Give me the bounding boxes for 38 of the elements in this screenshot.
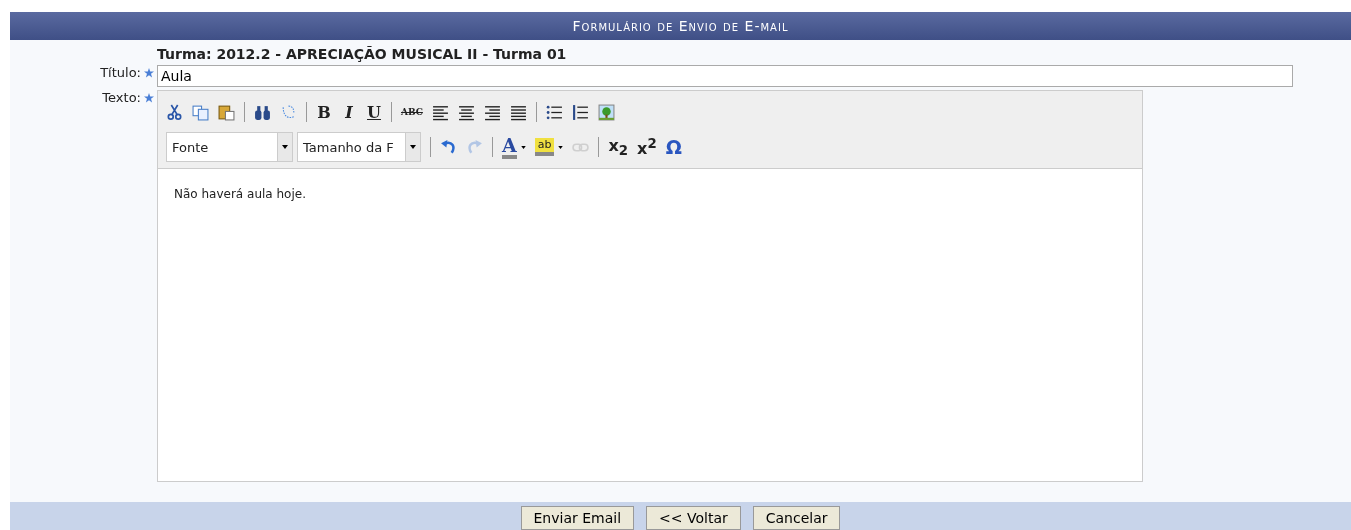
strike-button[interactable]: ABC: [401, 107, 423, 117]
text-color-button[interactable]: A: [502, 135, 526, 159]
numbers-icon[interactable]: [571, 103, 589, 121]
class-info: Turma: 2012.2 - APRECIAÇÃO MUSICAL II - Turma 01: [157, 46, 567, 62]
dropdown[interactable]: Fonte: [166, 132, 293, 162]
editor-content[interactable]: Não haverá aula hoje.: [158, 169, 1142, 481]
copy-icon[interactable]: [192, 103, 209, 121]
form-title: Formulário de Envio de E-mail: [572, 18, 789, 34]
form-button[interactable]: Cancelar: [752, 506, 841, 530]
justify-icon[interactable]: [509, 103, 527, 121]
superscript-button[interactable]: x$^{2}$: [637, 135, 657, 159]
bullets-icon[interactable]: [545, 103, 563, 121]
required-star-icon: [144, 67, 154, 78]
align-left-icon[interactable]: [431, 103, 449, 121]
message-text: Não haverá aula hoje.: [174, 187, 306, 201]
image-icon[interactable]: [597, 103, 615, 121]
dropdown[interactable]: Tamanho da F: [297, 132, 421, 162]
omega-button[interactable]: Ω: [665, 136, 682, 158]
subscript-button[interactable]: x$_{2}$: [608, 135, 629, 159]
paste-icon[interactable]: [218, 103, 235, 121]
find-icon[interactable]: [254, 103, 271, 121]
field-label: Título:: [100, 65, 141, 80]
caret-icon: [282, 145, 288, 149]
form-button[interactable]: Enviar Email: [520, 506, 635, 530]
italic-button[interactable]: I: [341, 102, 357, 122]
caret-icon[interactable]: [520, 145, 526, 149]
title-input[interactable]: Aula: [157, 65, 1293, 87]
form-button[interactable]: << Voltar: [646, 506, 741, 530]
field-label: Texto:: [102, 90, 141, 105]
caret-icon[interactable]: [558, 145, 564, 149]
required-star-icon: [144, 92, 154, 103]
cut-icon[interactable]: [166, 103, 183, 121]
underline-button[interactable]: U: [366, 102, 382, 122]
align-right-icon[interactable]: [483, 103, 501, 121]
bold-button[interactable]: B: [316, 102, 332, 122]
align-center-icon[interactable]: [457, 103, 475, 121]
undo-icon[interactable]: [440, 138, 457, 156]
caret-icon: [410, 145, 416, 149]
